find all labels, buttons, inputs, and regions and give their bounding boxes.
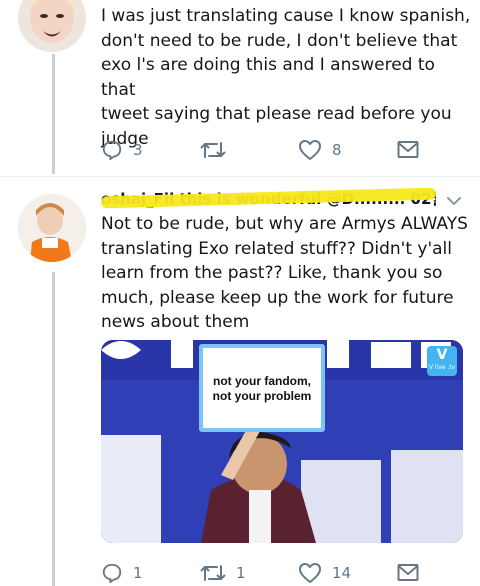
like-button[interactable]: 14	[298, 560, 351, 586]
vlive-logo-mark: V	[436, 347, 448, 363]
reply-icon	[101, 562, 123, 584]
direct-message-button[interactable]	[397, 137, 419, 163]
tweet-author-line[interactable]: oshaj_Fil this is wonderful @D......... …	[101, 188, 436, 208]
retweet-button[interactable]	[200, 137, 236, 163]
like-button[interactable]: 8	[298, 137, 342, 163]
retweet-icon	[200, 562, 226, 584]
reply-icon	[101, 139, 123, 161]
mail-icon	[397, 140, 419, 160]
tweet-actions: 3 8	[101, 137, 461, 163]
heart-icon	[298, 139, 322, 161]
retweet-count: 1	[236, 564, 246, 582]
vlive-logo-text: V live .tv	[428, 364, 456, 371]
vlive-logo: V V live .tv	[427, 346, 457, 376]
avatar[interactable]	[18, 0, 86, 52]
thread-line-top	[52, 54, 55, 174]
direct-message-button[interactable]	[397, 560, 419, 586]
heart-icon	[298, 562, 322, 584]
tweet-divider	[0, 176, 480, 177]
like-count: 14	[332, 564, 352, 582]
image-sign: not your fandom, not your problem	[199, 344, 325, 432]
retweet-icon	[200, 139, 226, 161]
retweet-button[interactable]: 1	[200, 560, 246, 586]
tweet-text: I was just translating cause I know span…	[101, 6, 471, 149]
chevron-down-icon[interactable]	[446, 192, 462, 211]
thread-line-bottom	[52, 272, 55, 586]
tweet-actions: 1 1 14	[101, 560, 461, 586]
sign-text: not your fandom, not your problem	[212, 374, 312, 403]
reply-button[interactable]: 3	[101, 137, 143, 163]
mail-icon	[397, 563, 419, 583]
like-count: 8	[332, 141, 342, 159]
tweet-text: Not to be rude, but why are Armys ALWAYS…	[101, 214, 468, 332]
avatar[interactable]	[18, 194, 86, 262]
reply-count: 3	[133, 141, 143, 159]
reply-count: 1	[133, 564, 143, 582]
reply-button[interactable]: 1	[101, 560, 143, 586]
tweet-image[interactable]: not your fandom, not your problem V V li…	[101, 340, 463, 543]
